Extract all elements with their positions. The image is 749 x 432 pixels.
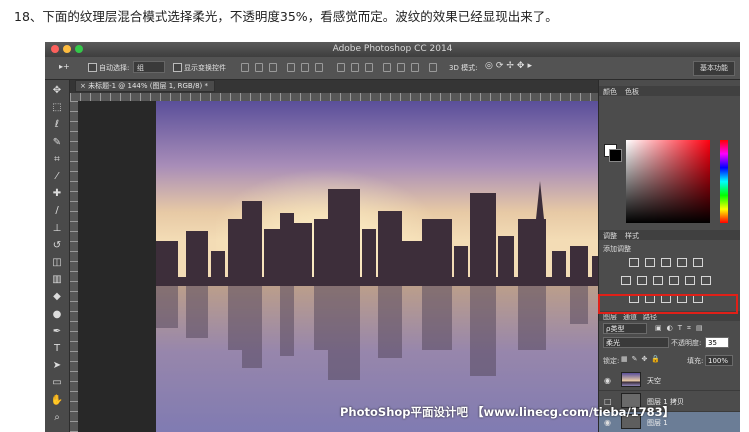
distribute-right-icon[interactable]: [411, 63, 419, 72]
quick-select-icon[interactable]: ✎: [50, 136, 64, 150]
photoshop-window: Adobe Photoshop CC 2014 ▸+ 自动选择: 组 显示变换控…: [45, 42, 740, 432]
color-picker-field[interactable]: [626, 140, 710, 223]
lock-label: 锁定:: [603, 357, 620, 365]
canvas-area[interactable]: [78, 101, 636, 432]
show-transform-checkbox[interactable]: [173, 63, 182, 72]
pen-icon[interactable]: ✒: [50, 325, 64, 339]
tools-panel: ✥ ⬚ ℓ ✎ ⌗ ⁄ ✚ / ⊥ ↺ ◫ ▥ ◆ ● ✒ T ➤ ▭ ✋ ⌕: [45, 80, 70, 432]
layer-filter-icons[interactable]: ▣◐T⌗▤: [655, 324, 708, 333]
layer-name: 天空: [647, 377, 661, 385]
tab-styles[interactable]: 样式: [625, 231, 639, 241]
horizontal-ruler[interactable]: [70, 93, 615, 101]
fill-label: 填充:: [687, 357, 704, 365]
title-bar: Adobe Photoshop CC 2014: [45, 42, 740, 57]
levels-icon[interactable]: [645, 258, 655, 267]
move-icon[interactable]: ✥: [50, 84, 64, 98]
instruction-caption: 18、下面的纹理层混合模式选择柔光，不透明度35%，看感觉而定。波纹的效果已经显…: [14, 9, 558, 24]
align-hcenter-icon[interactable]: [301, 63, 309, 72]
opacity-label: 不透明度:: [671, 339, 702, 347]
fill-input[interactable]: 100%: [705, 355, 733, 366]
watermark-text: PhotoShop平面设计吧 【www.linecg.com/tieba/178…: [340, 405, 675, 419]
align-vcenter-icon[interactable]: [255, 63, 263, 72]
distribute-vcenter-icon[interactable]: [351, 63, 359, 72]
healing-icon[interactable]: ✚: [50, 187, 64, 201]
color-panel-tabs: 颜色 色板: [599, 86, 740, 96]
3d-mode-icons[interactable]: ◎⟳✢✥▸: [485, 61, 535, 71]
distribute-top-icon[interactable]: [337, 63, 345, 72]
blend-mode-select[interactable]: 柔光: [603, 337, 669, 348]
eraser-icon[interactable]: ◫: [50, 256, 64, 270]
distribute-bottom-icon[interactable]: [365, 63, 373, 72]
crop-icon[interactable]: ⌗: [50, 153, 64, 167]
workspace-switcher[interactable]: 基本功能: [693, 61, 735, 76]
type-icon[interactable]: T: [50, 342, 64, 356]
add-adjustment-title: 添加调整: [603, 245, 631, 253]
options-bar: ▸+ 自动选择: 组 显示变换控件 3D 模式: ◎⟳✢✥▸ 基本功能: [45, 57, 740, 80]
align-top-icon[interactable]: [241, 63, 249, 72]
layer-row[interactable]: ◉ 天空: [599, 370, 740, 391]
tab-color[interactable]: 颜色: [603, 87, 617, 97]
adjustments-panel-tabs: 调整 样式: [599, 230, 740, 240]
visibility-eye-icon[interactable]: ◉: [604, 376, 611, 385]
vertical-ruler[interactable]: [70, 101, 78, 432]
lasso-icon[interactable]: ℓ: [50, 118, 64, 132]
move-tool-preset[interactable]: ▸+: [59, 62, 70, 71]
color-lookup-icon[interactable]: [701, 276, 711, 285]
highlight-annotation: [598, 294, 738, 314]
tab-adjustments[interactable]: 调整: [603, 231, 617, 241]
path-select-icon[interactable]: ➤: [50, 359, 64, 373]
vibrance-icon[interactable]: [693, 258, 703, 267]
align-bottom-icon[interactable]: [269, 63, 277, 72]
auto-select-checkbox[interactable]: [88, 63, 97, 72]
canvas-image[interactable]: [156, 101, 636, 432]
show-transform-label: 显示变换控件: [184, 64, 226, 72]
channel-mixer-icon[interactable]: [685, 276, 695, 285]
blur-icon[interactable]: ◆: [50, 290, 64, 304]
mode-3d-label: 3D 模式:: [449, 64, 478, 72]
stamp-icon[interactable]: ⊥: [50, 222, 64, 236]
zoom-icon[interactable]: ⌕: [50, 411, 64, 425]
align-left-icon[interactable]: [287, 63, 295, 72]
auto-select-dropdown[interactable]: 组: [133, 61, 165, 73]
layer-kind-filter[interactable]: ρ类型: [603, 323, 647, 334]
auto-align-icon[interactable]: [429, 63, 437, 72]
eyedropper-icon[interactable]: ⁄: [50, 170, 64, 184]
photo-filter-icon[interactable]: [669, 276, 679, 285]
document-tab-title: 未标题-1 @ 144% (图层 1, RGB/8) *: [88, 82, 208, 90]
opacity-input[interactable]: 35: [705, 337, 729, 348]
black-white-icon[interactable]: [653, 276, 663, 285]
marquee-icon[interactable]: ⬚: [50, 101, 64, 115]
dodge-icon[interactable]: ●: [50, 308, 64, 322]
hand-icon[interactable]: ✋: [50, 394, 64, 408]
curves-icon[interactable]: [661, 258, 671, 267]
align-right-icon[interactable]: [315, 63, 323, 72]
city-skyline-image: [156, 101, 636, 432]
lock-icons[interactable]: ▦✎✥🔒: [621, 355, 664, 363]
right-panels: 颜色 色板 调整 样式 添加调整 图层 通道 路径 ρ类型 ▣◐T⌗▤ 柔光 不…: [598, 80, 740, 432]
auto-select-label: 自动选择:: [99, 64, 130, 72]
color-balance-icon[interactable]: [637, 276, 647, 285]
app-title: Adobe Photoshop CC 2014: [332, 44, 453, 54]
background-color-swatch[interactable]: [609, 149, 622, 162]
brush-icon[interactable]: /: [50, 204, 64, 218]
hue-slider[interactable]: [720, 140, 728, 223]
close-doc-icon[interactable]: ×: [80, 82, 88, 90]
distribute-left-icon[interactable]: [383, 63, 391, 72]
hue-saturation-icon[interactable]: [621, 276, 631, 285]
document-tab[interactable]: × 未标题-1 @ 144% (图层 1, RGB/8) *: [75, 80, 215, 92]
layer-thumbnail: [621, 372, 641, 387]
brightness-icon[interactable]: [629, 258, 639, 267]
exposure-icon[interactable]: [677, 258, 687, 267]
tab-swatches[interactable]: 色板: [625, 87, 639, 97]
distribute-hcenter-icon[interactable]: [397, 63, 405, 72]
gradient-icon[interactable]: ▥: [50, 273, 64, 287]
shape-icon[interactable]: ▭: [50, 376, 64, 390]
history-brush-icon[interactable]: ↺: [50, 239, 64, 253]
